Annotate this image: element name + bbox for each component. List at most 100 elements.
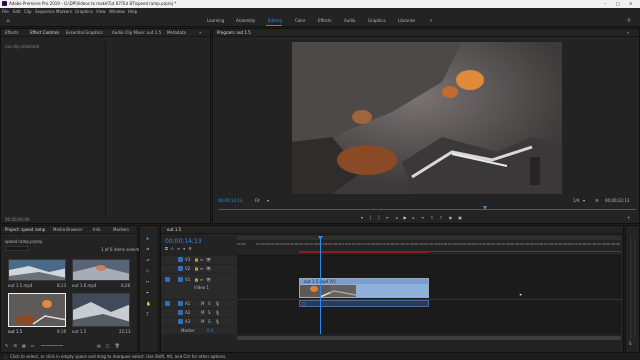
tab-metadata[interactable]: Metadata [167,31,186,35]
home-icon[interactable]: ⌂ [5,18,11,24]
source-patch-v2[interactable] [178,266,183,271]
selection-tool-icon[interactable]: ▲ [146,236,149,240]
tab-project[interactable]: Project: speed ramp [5,228,45,232]
tab-info[interactable]: Info [93,228,101,232]
play-icon[interactable]: ▶ [403,216,406,220]
target-a1[interactable] [178,301,183,306]
minimize-button[interactable]: – [604,2,606,6]
tab-audio-clip-mixer[interactable]: Audio Clip Mixer: out 1.5 [112,31,161,35]
solo-button[interactable]: S [208,302,211,306]
list-view-icon[interactable]: ☰ [13,344,17,348]
workspace-color[interactable]: Color [295,19,305,23]
workspace-libraries[interactable]: Libraries [398,19,415,23]
eye-icon[interactable]: 👁 [206,267,211,271]
fit-dropdown-chevron-icon[interactable]: ▾ [267,199,269,203]
lift-icon[interactable]: ⇧ [430,216,433,220]
maximize-button[interactable]: □ [616,2,620,6]
source-patch-a1[interactable] [165,301,170,306]
tab-effects[interactable]: Effects [5,31,19,35]
razor-tool-icon[interactable]: ◇ [146,269,149,273]
workspace-audio[interactable]: Audio [344,19,355,23]
solo-button[interactable]: S [208,311,211,315]
trash-icon[interactable]: 🗑 [115,344,120,348]
go-to-out-icon[interactable]: ⇥ [421,216,424,220]
timeline-zoom-scrollbar[interactable] [237,236,621,240]
comparison-view-icon[interactable]: ▣ [458,216,462,220]
mute-button[interactable]: M [201,320,204,324]
icon-view-icon[interactable]: ▦ [22,344,26,348]
menu-clip[interactable]: Clip [24,9,32,14]
quality-dropdown[interactable]: 1/4 [573,199,579,203]
workspace-graphics[interactable]: Graphics [368,19,386,23]
source-patch-v3[interactable] [178,257,183,262]
add-button-icon[interactable]: + [627,216,630,220]
export-frame-icon[interactable]: ◉ [449,216,453,220]
add-marker-icon[interactable]: ▾ [361,216,363,220]
mark-in-icon[interactable]: { [369,216,372,220]
timeline-horizontal-scrollbar[interactable] [237,336,621,340]
panel-overflow-icon[interactable]: » [199,31,201,35]
tab-sequence[interactable]: out 1.5 [167,228,181,232]
menu-graphics[interactable]: Graphics [75,9,93,14]
tab-markers[interactable]: Markers [113,228,129,232]
target-a3[interactable] [178,319,183,324]
eye-icon[interactable]: 👁 [206,278,211,282]
project-item-thumbnail[interactable] [8,259,66,281]
mic-icon[interactable]: 🎙 [215,320,220,324]
mute-button[interactable]: M [201,302,204,306]
project-item-thumbnail[interactable] [72,293,130,327]
workspace-effects[interactable]: Effects [318,19,332,23]
source-patch-v1[interactable] [165,277,170,282]
scrollbar-thumb[interactable] [237,336,621,340]
workspace-editing[interactable]: Editing [268,19,282,23]
slip-tool-icon[interactable]: ↔ [146,280,149,284]
workspace-learning[interactable]: Learning [207,19,224,23]
more-workspaces-icon[interactable]: » [428,18,434,24]
program-timecode[interactable]: 00;00;14;13 [218,199,242,203]
workspace-assembly[interactable]: Assembly [236,19,255,23]
sync-lock-icon[interactable]: ⇔ [200,258,203,262]
sync-lock-icon[interactable]: ⇔ [200,278,203,282]
menu-edit[interactable]: Edit [13,9,21,14]
writable-toggle-icon[interactable]: ✎ [5,344,8,348]
type-tool-icon[interactable]: T [146,313,148,317]
freeform-view-icon[interactable]: ▭ [31,344,35,348]
lock-icon[interactable]: 🔒 [194,258,199,262]
linked-selection-icon[interactable]: ∞ [177,247,180,251]
timeline-ruler[interactable]: 00;00 00;00;02;00 00;00;04;00 00;00;06;00 00… [237,236,621,256]
project-item-thumbnail-selected[interactable] [8,293,66,327]
program-title[interactable]: Program: out 1.5 [217,31,251,35]
panel-overflow-icon[interactable]: » [627,31,629,35]
solo-button[interactable]: S [629,342,632,346]
step-back-icon[interactable]: ◂ [395,216,397,220]
program-scrub-bar[interactable] [218,209,636,210]
track-area[interactable]: out 1.5.mp4 [V] ▢ ➤ [237,236,621,334]
target-v1[interactable] [178,277,183,282]
extract-icon[interactable]: ⇪ [439,216,442,220]
step-forward-icon[interactable]: ▸ [413,216,415,220]
search-icon[interactable]: ⚲ [626,18,632,24]
pen-tool-icon[interactable]: ✒ [146,291,149,295]
target-a2[interactable] [178,310,183,315]
tab-media-browser[interactable]: Media Browser [53,228,83,232]
timeline-settings-icon[interactable]: ⚒ [188,247,192,251]
tab-effect-controls[interactable]: Effect Controls [30,31,59,35]
new-item-icon[interactable]: ▢ [106,344,110,348]
nest-icon[interactable]: ⧉ [165,247,168,251]
menu-file[interactable]: File [2,9,9,14]
lock-icon[interactable]: 🔒 [194,267,199,271]
lock-icon[interactable]: 🔒 [194,278,199,282]
quality-dropdown-chevron-icon[interactable]: ▾ [583,199,585,203]
fit-dropdown[interactable]: Fit [255,199,260,203]
eye-icon[interactable]: 👁 [206,258,211,262]
menu-window[interactable]: Window [109,9,125,14]
wrench-icon[interactable]: ⚒ [595,199,599,203]
menu-view[interactable]: View [96,9,106,14]
menu-help[interactable]: Help [128,9,137,14]
hand-tool-icon[interactable]: ✋ [146,302,151,306]
project-item-thumbnail[interactable] [72,259,130,281]
ripple-edit-tool-icon[interactable]: ⟛ [146,258,150,262]
mic-icon[interactable]: 🎙 [215,302,220,306]
solo-button[interactable]: S [208,320,211,324]
close-button[interactable]: ✕ [629,2,632,6]
